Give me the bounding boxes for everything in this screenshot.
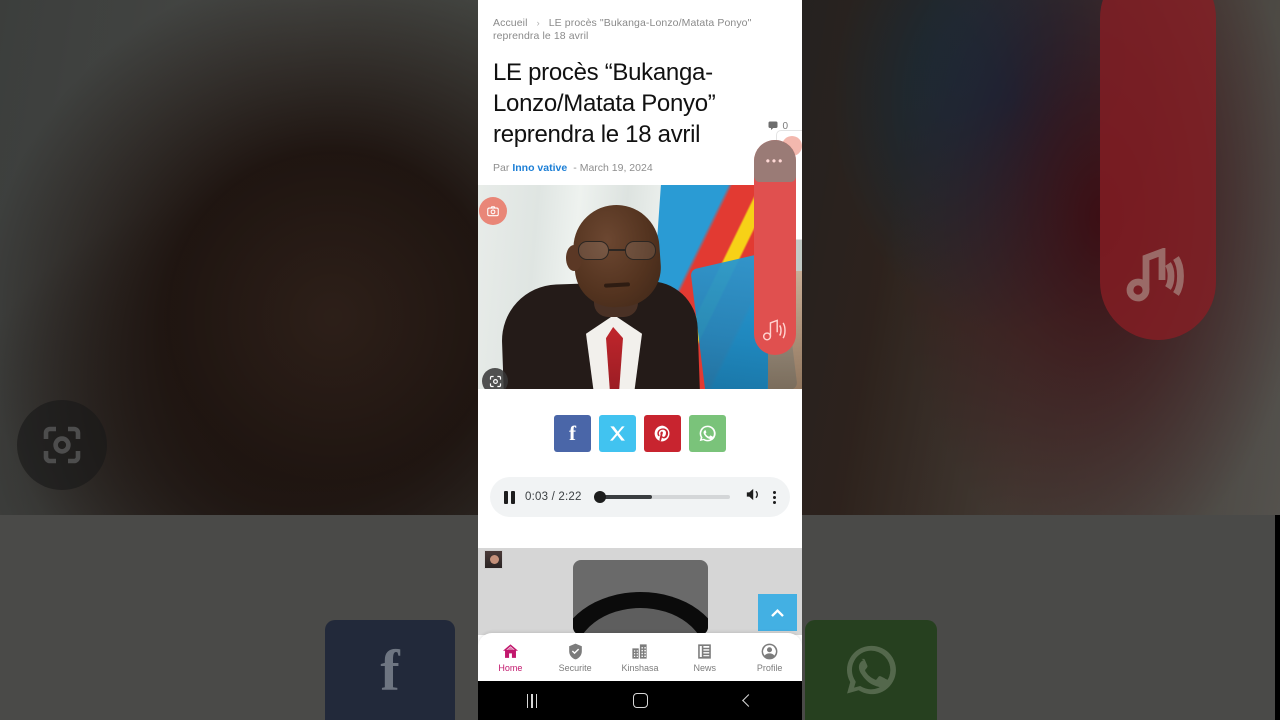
floating-audio-pill[interactable]: •••	[754, 140, 796, 355]
camera-badge[interactable]	[479, 197, 507, 225]
tab-profile-label: Profile	[756, 662, 783, 673]
volume-on-icon	[746, 488, 758, 501]
tab-kinshasa-label: Kinshasa	[621, 662, 659, 673]
progress-thumb[interactable]	[593, 491, 606, 503]
backdrop-whatsapp-share	[805, 620, 937, 720]
byline-date: March 19, 2024	[579, 162, 653, 174]
share-row: f	[478, 389, 802, 477]
tab-news-label: News	[693, 662, 717, 673]
progress-slider[interactable]	[593, 491, 730, 503]
avatar	[484, 550, 503, 569]
byline-author[interactable]: Inno vative	[509, 162, 570, 174]
floating-comment-count[interactable]: 0	[767, 120, 788, 132]
person-circle-icon	[761, 643, 778, 659]
breadcrumb-separator-icon: ›	[536, 18, 540, 28]
android-system-nav	[478, 681, 802, 720]
volume-button[interactable]	[744, 486, 761, 508]
below-content-strip	[478, 548, 802, 635]
home-circle-icon	[632, 693, 648, 708]
byline-by-label: Par	[493, 162, 510, 174]
floating-comment-value: 0	[782, 120, 788, 132]
back-chevron-icon	[741, 694, 755, 707]
music-note-icon	[1126, 248, 1184, 302]
pause-button[interactable]	[504, 490, 515, 504]
chevron-up-icon	[771, 608, 784, 617]
google-lens-icon	[43, 426, 81, 464]
recents-icon	[526, 693, 538, 708]
scroll-to-top-button[interactable]	[758, 594, 797, 631]
system-back-button[interactable]	[694, 694, 802, 707]
whatsapp-icon	[846, 645, 896, 695]
music-note-icon	[762, 319, 786, 341]
tab-kinshasa[interactable]: Kinshasa	[608, 642, 673, 673]
tab-profile[interactable]: Profile	[737, 642, 802, 673]
share-pinterest-button[interactable]	[644, 415, 681, 452]
tab-securite-label: Securite	[558, 662, 592, 673]
google-lens-icon	[489, 375, 501, 387]
tab-news[interactable]: News	[672, 642, 737, 673]
embedded-media-thumbnail[interactable]	[573, 560, 708, 635]
player-more-options-button[interactable]	[771, 490, 776, 504]
system-home-button[interactable]	[586, 693, 694, 708]
page-title: LE procès “Bukanga-Lonzo/Matata Ponyo” r…	[493, 59, 716, 148]
home-icon	[502, 643, 518, 658]
backdrop-google-lens-button[interactable]	[17, 400, 107, 490]
comment-bubble-icon	[768, 121, 778, 130]
camera-icon	[487, 206, 499, 217]
share-facebook-button[interactable]: f	[554, 415, 591, 452]
backdrop-audio-pill	[1100, 0, 1216, 340]
phone-viewport: Accueil › LE procès "Bukanga-Lonzo/Matat…	[478, 0, 802, 720]
facebook-icon: f	[569, 421, 576, 445]
backdrop-facebook-share: f	[325, 620, 455, 720]
share-twitter-button[interactable]	[599, 415, 636, 452]
tab-securite[interactable]: Securite	[543, 642, 608, 673]
byline-dash: -	[573, 162, 577, 174]
breadcrumb: Accueil › LE procès "Bukanga-Lonzo/Matat…	[478, 0, 802, 43]
bottom-tab-bar: Home Securite Kinshasa News Profile	[478, 633, 802, 681]
shield-check-icon	[568, 643, 582, 659]
subject-glasses	[578, 241, 656, 261]
player-time: 0:03 / 2:22	[525, 491, 582, 503]
newspaper-icon	[698, 643, 712, 659]
screen: f Accueil › LE procès "Bukanga-Lonzo/Mat…	[0, 0, 1280, 720]
system-recents-button[interactable]	[478, 693, 586, 708]
tab-home-label: Home	[498, 662, 523, 673]
backdrop-edge	[1275, 515, 1280, 720]
whatsapp-icon	[699, 425, 716, 442]
pinterest-icon	[654, 425, 670, 442]
google-lens-badge[interactable]	[482, 368, 508, 389]
share-whatsapp-button[interactable]	[689, 415, 726, 452]
buildings-icon	[632, 643, 648, 659]
audio-pill-more-icon[interactable]: •••	[754, 155, 796, 167]
breadcrumb-home[interactable]: Accueil	[493, 17, 528, 29]
tab-home[interactable]: Home	[478, 642, 543, 673]
x-twitter-icon	[609, 426, 625, 441]
audio-player[interactable]: 0:03 / 2:22	[490, 477, 790, 517]
